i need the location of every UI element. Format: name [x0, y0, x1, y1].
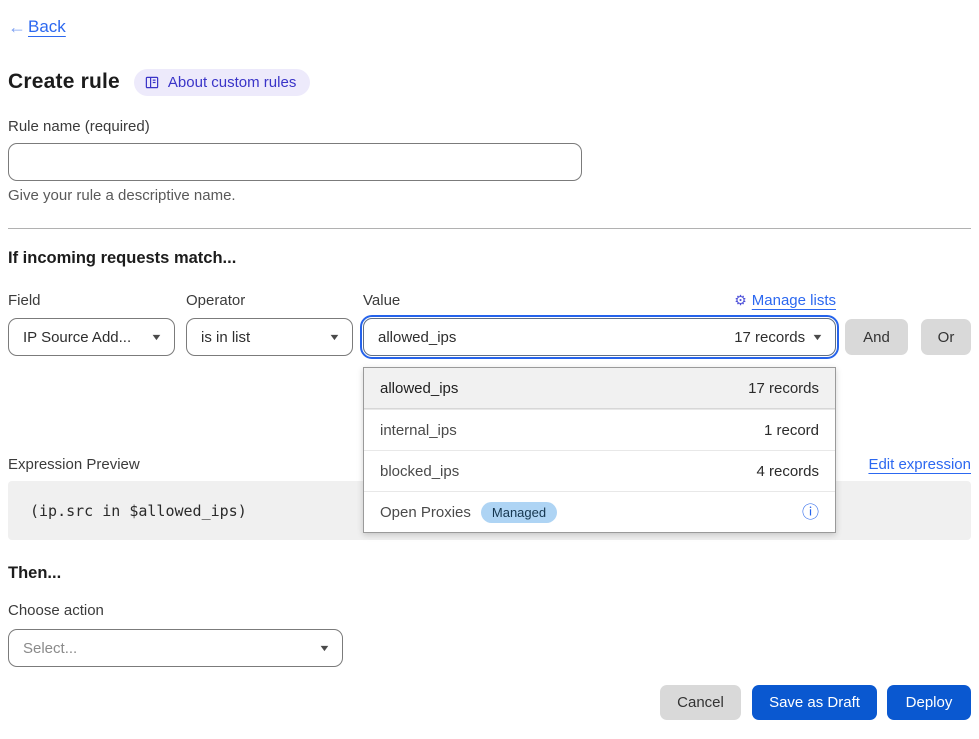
field-column: Field IP Source Add... ▼	[8, 269, 175, 356]
dropdown-item-allowed-ips[interactable]: allowed_ips 17 records	[364, 368, 835, 409]
value-select-value: allowed_ips	[378, 329, 456, 346]
rule-name-helper: Give your rule a descriptive name.	[8, 187, 971, 205]
rule-name-input[interactable]	[8, 143, 582, 181]
footer-actions: Cancel Save as Draft Deploy	[8, 685, 971, 720]
list-name: allowed_ips	[380, 380, 458, 397]
choose-action-label: Choose action	[8, 602, 971, 620]
chevron-down-icon: ▼	[811, 332, 824, 342]
about-badge-label: About custom rules	[168, 74, 296, 91]
about-custom-rules-badge[interactable]: About custom rules	[134, 69, 310, 96]
expression-preview-label: Expression Preview	[8, 456, 140, 473]
dropdown-item-blocked-ips[interactable]: blocked_ips 4 records	[364, 450, 835, 491]
match-section-heading: If incoming requests match...	[8, 249, 971, 269]
field-select-value: IP Source Add...	[23, 329, 131, 346]
list-name: Open Proxies	[380, 504, 471, 521]
and-or-buttons: And Or	[836, 319, 971, 355]
expression-code: (ip.src in $allowed_ips)	[30, 502, 247, 520]
managed-badge: Managed	[481, 502, 557, 523]
operator-label: Operator	[186, 292, 245, 309]
info-icon[interactable]: ⓘ	[802, 504, 819, 521]
list-records: 17 records	[748, 380, 819, 397]
operator-column: Operator is in list ▼	[186, 269, 353, 356]
chevron-down-icon: ▼	[318, 643, 331, 653]
field-select[interactable]: IP Source Add... ▼	[8, 318, 175, 356]
value-select[interactable]: allowed_ips 17 records ▼	[363, 318, 836, 356]
condition-row: Field IP Source Add... ▼ Operator is in …	[8, 269, 971, 356]
list-records: 4 records	[756, 463, 819, 480]
gear-icon: ⚙	[734, 292, 747, 309]
value-label: Value	[363, 292, 400, 309]
value-dropdown-menu: allowed_ips 17 records internal_ips 1 re…	[363, 367, 836, 533]
list-name: blocked_ips	[380, 463, 459, 480]
operator-select-value: is in list	[201, 329, 250, 346]
then-section-heading: Then...	[8, 564, 971, 584]
back-link-label: Back	[28, 17, 66, 37]
chevron-down-icon: ▼	[328, 332, 341, 342]
dropdown-item-internal-ips[interactable]: internal_ips 1 record	[364, 409, 835, 450]
save-as-draft-button[interactable]: Save as Draft	[752, 685, 877, 720]
list-records: 1 record	[764, 422, 819, 439]
operator-select[interactable]: is in list ▼	[186, 318, 353, 356]
list-name: internal_ips	[380, 422, 457, 439]
value-column: Value ⚙ Manage lists allowed_ips 17 reco…	[363, 269, 836, 356]
manage-lists-label: Manage lists	[752, 292, 836, 309]
cancel-button[interactable]: Cancel	[660, 685, 741, 720]
chevron-down-icon: ▼	[150, 332, 163, 342]
and-button[interactable]: And	[845, 319, 908, 355]
back-link[interactable]: ← Back	[8, 17, 66, 38]
action-select-placeholder: Select...	[23, 640, 77, 657]
page-title: Create rule	[8, 70, 120, 94]
field-label: Field	[8, 292, 41, 309]
section-divider	[8, 228, 971, 229]
or-button[interactable]: Or	[921, 319, 971, 355]
edit-expression-link[interactable]: Edit expression	[868, 456, 971, 473]
dropdown-item-open-proxies[interactable]: Open Proxies Managed ⓘ	[364, 491, 835, 532]
back-arrow-icon: ←	[8, 17, 26, 38]
book-icon	[144, 75, 160, 90]
action-select[interactable]: Select... ▼	[8, 629, 343, 667]
deploy-button[interactable]: Deploy	[887, 685, 971, 720]
rule-name-label: Rule name (required)	[8, 118, 971, 136]
manage-lists-link[interactable]: ⚙ Manage lists	[734, 292, 836, 309]
value-select-records: 17 records	[734, 329, 805, 346]
back-row: ← Back	[8, 16, 971, 38]
title-row: Create rule About custom rules	[8, 68, 971, 96]
